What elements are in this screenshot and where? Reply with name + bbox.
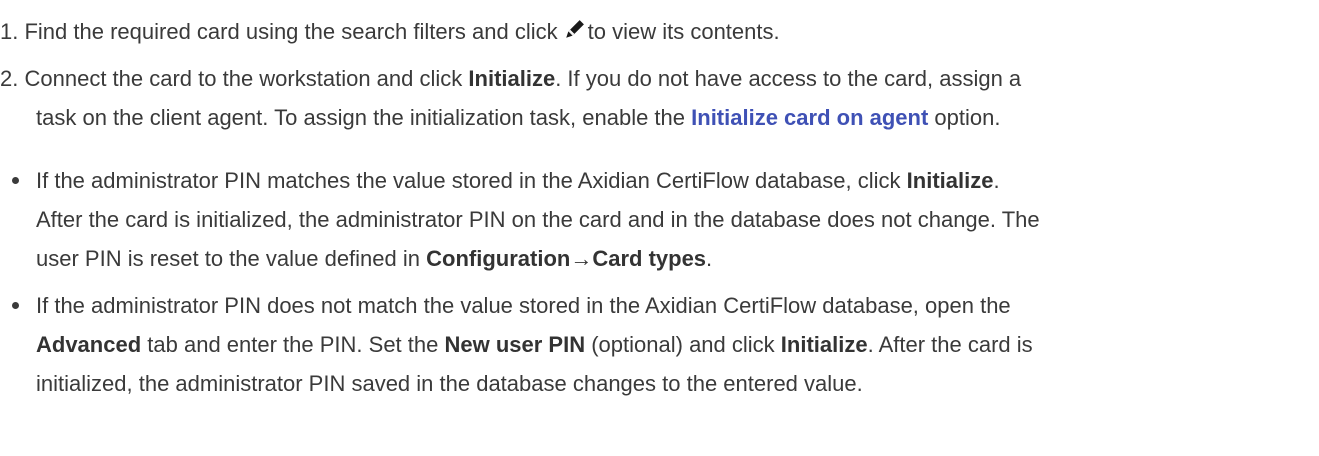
bullet-1-period: .	[993, 168, 1000, 193]
step-2-line-1: 2. Connect the card to the workstation a…	[0, 59, 1021, 99]
bullet-dot	[12, 177, 19, 184]
bullet-1-line-3: user PIN is reset to the value defined i…	[36, 239, 712, 279]
step-1: 1. Find the required card using the sear…	[0, 12, 780, 52]
bullet-2-line-2: Advanced tab and enter the PIN. Set the …	[36, 325, 1033, 365]
initialize-card-on-agent-link[interactable]: Initialize card on agent	[691, 105, 928, 130]
card-types-label: Card types	[592, 246, 707, 271]
bullet-2-text-b: tab and enter the PIN. Set the	[147, 332, 439, 357]
bullet-1-text-c: user PIN is reset to the value defined i…	[36, 246, 420, 271]
configuration-label: Configuration	[426, 246, 571, 271]
step-1-text-a: Find the required card using the search …	[24, 19, 558, 44]
bullet-1-line-1: If the administrator PIN matches the val…	[36, 161, 1000, 201]
step-1-number: 1.	[0, 19, 19, 44]
bullet-1-end-period: .	[706, 246, 713, 271]
instruction-document: 1. Find the required card using the sear…	[0, 0, 1319, 456]
step-1-text-b: to view its contents.	[587, 19, 780, 44]
advanced-tab-label: Advanced	[36, 332, 142, 357]
bullet-1-text-b: After the card is initialized, the admin…	[36, 207, 1040, 232]
arrow-icon: →	[570, 246, 593, 271]
bullet-2-text-c: (optional) and click	[591, 332, 775, 357]
bullet-dot	[12, 302, 19, 309]
bullet-1-line-2: After the card is initialized, the admin…	[36, 200, 1040, 240]
bullet-2-text-a: If the administrator PIN does not match …	[36, 293, 1011, 318]
step-2-text-d: option.	[934, 105, 1001, 130]
bullet-1-text-a: If the administrator PIN matches the val…	[36, 168, 901, 193]
step-2-text-b: . If you do not have access to the card,…	[555, 66, 1022, 91]
new-user-pin-label: New user PIN	[444, 332, 586, 357]
step-2-line-2: task on the client agent. To assign the …	[36, 98, 1000, 138]
step-2-number: 2.	[0, 66, 19, 91]
pencil-icon[interactable]	[564, 19, 584, 41]
step-2-text-a: Connect the card to the workstation and …	[24, 66, 463, 91]
step-2-text-c: task on the client agent. To assign the …	[36, 105, 686, 130]
bullet-2-text-e: initialized, the administrator PIN saved…	[36, 371, 863, 396]
bullet-2-text-d: . After the card is	[867, 332, 1033, 357]
step-2-initialize-label: Initialize	[468, 66, 556, 91]
bullet-2-line-1: If the administrator PIN does not match …	[36, 286, 1011, 326]
bullet-2-line-3: initialized, the administrator PIN saved…	[36, 364, 863, 404]
bullet-2-initialize-label: Initialize	[780, 332, 868, 357]
bullet-1-initialize-label: Initialize	[906, 168, 994, 193]
